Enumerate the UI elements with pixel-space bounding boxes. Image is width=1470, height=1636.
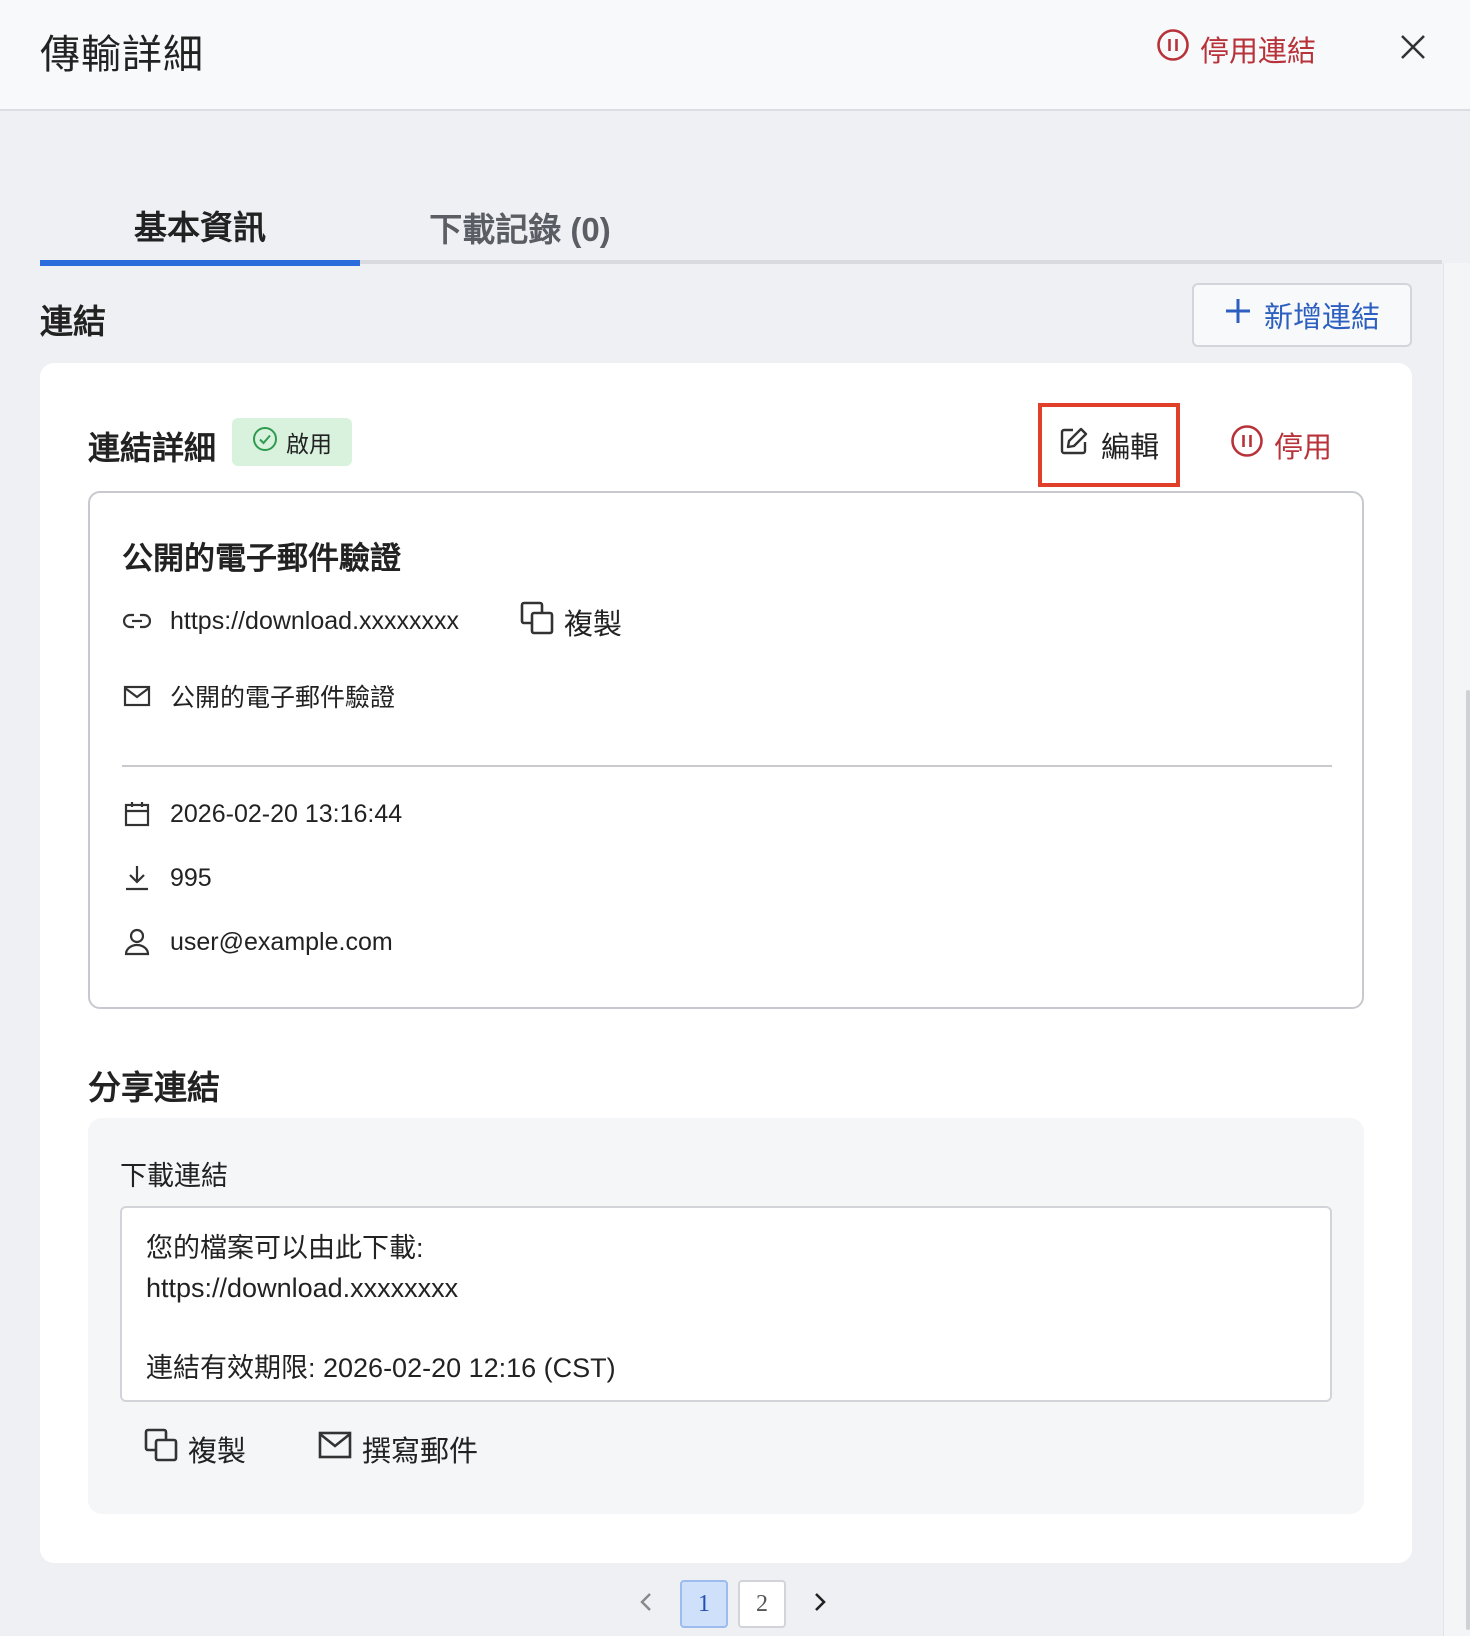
date-row: 2026-02-20 13:16:44 bbox=[122, 799, 402, 829]
share-actions: 複製 撰寫郵件 bbox=[144, 1428, 478, 1470]
copy-icon bbox=[144, 1428, 178, 1470]
share-box: 下載連結 您的檔案可以由此下載: https://download.xxxxxx… bbox=[88, 1118, 1364, 1514]
dialog-header: 傳輸詳細 停用連結 bbox=[0, 0, 1470, 111]
divider bbox=[122, 765, 1332, 767]
section-title: 連結 bbox=[40, 303, 106, 340]
close-icon bbox=[1399, 33, 1427, 66]
download-count: 995 bbox=[170, 863, 212, 892]
calendar-icon bbox=[122, 799, 152, 829]
verification-row: 公開的電子郵件驗證 bbox=[122, 678, 395, 714]
link-url: https://download.xxxxxxxx bbox=[170, 606, 460, 635]
edit-label: 編輯 bbox=[1100, 432, 1159, 464]
link-detail-title: 連結詳細 bbox=[88, 430, 217, 466]
status-badge: 啟用 bbox=[232, 418, 352, 466]
page-button-2[interactable]: 2 bbox=[738, 1580, 786, 1628]
chevron-right-icon bbox=[812, 1590, 828, 1619]
verification-text: 公開的電子郵件驗證 bbox=[170, 684, 396, 712]
disable-link-button[interactable]: 停用連結 bbox=[1156, 28, 1316, 70]
prev-page-button[interactable] bbox=[622, 1580, 670, 1628]
plus-icon bbox=[1224, 297, 1252, 333]
copy-url-label: 複製 bbox=[564, 609, 623, 641]
page-button-1[interactable]: 1 bbox=[680, 1580, 728, 1628]
copy-message-button[interactable]: 複製 bbox=[144, 1428, 246, 1470]
disable-label: 停用 bbox=[1274, 432, 1333, 464]
downloads-row: 995 bbox=[122, 863, 212, 893]
link-name: 公開的電子郵件驗證 bbox=[122, 541, 401, 576]
next-page-button[interactable] bbox=[796, 1580, 844, 1628]
share-title: 分享連結 bbox=[88, 1069, 220, 1106]
scrollbar-thumb[interactable] bbox=[1466, 690, 1470, 1630]
close-button[interactable] bbox=[1392, 28, 1434, 70]
status-label: 啟用 bbox=[286, 431, 332, 457]
tab-download-history[interactable]: 下載記錄 (0) bbox=[360, 190, 680, 264]
disable-link-label: 停用連結 bbox=[1200, 36, 1317, 68]
share-message-textarea[interactable]: 您的檔案可以由此下載: https://download.xxxxxxxx 連結… bbox=[120, 1206, 1332, 1402]
chevron-left-icon bbox=[638, 1590, 654, 1619]
pause-circle-icon bbox=[1156, 28, 1190, 70]
link-info-box: 公開的電子郵件驗證 https://download.xxxxxxxx 複製 公… bbox=[88, 491, 1364, 1009]
link-url-row: https://download.xxxxxxxx bbox=[122, 606, 459, 636]
owner-row: user@example.com bbox=[122, 927, 393, 957]
compose-email-button[interactable]: 撰寫郵件 bbox=[318, 1428, 478, 1470]
copy-icon bbox=[520, 601, 554, 643]
check-circle-icon bbox=[252, 426, 278, 458]
link-card: 連結詳細 啟用 編輯 停用 公開的電子郵件驗證 https://download… bbox=[40, 363, 1412, 1563]
tab-bar: 基本資訊 下載記錄 (0) bbox=[40, 190, 1442, 266]
owner-email: user@example.com bbox=[170, 927, 393, 956]
tab-basic-info[interactable]: 基本資訊 bbox=[40, 190, 360, 266]
dialog-title: 傳輸詳細 bbox=[40, 33, 204, 77]
pagination: 1 2 bbox=[622, 1580, 844, 1628]
created-date: 2026-02-20 13:16:44 bbox=[170, 799, 403, 828]
copy-message-label: 複製 bbox=[188, 1436, 247, 1468]
disable-button[interactable]: 停用 bbox=[1230, 425, 1332, 465]
share-label: 下載連結 bbox=[120, 1161, 228, 1191]
pause-circle-icon bbox=[1230, 424, 1264, 466]
edit-button[interactable]: 編輯 bbox=[1038, 403, 1180, 487]
download-icon bbox=[122, 863, 152, 893]
mail-icon bbox=[318, 1431, 352, 1467]
add-link-button[interactable]: 新增連結 bbox=[1192, 283, 1412, 347]
copy-url-button[interactable]: 複製 bbox=[520, 601, 622, 643]
edit-icon bbox=[1059, 426, 1089, 464]
user-icon bbox=[122, 927, 152, 957]
mail-icon bbox=[122, 681, 152, 711]
add-link-label: 新增連結 bbox=[1263, 302, 1380, 334]
link-icon bbox=[122, 606, 152, 636]
compose-email-label: 撰寫郵件 bbox=[362, 1436, 479, 1468]
